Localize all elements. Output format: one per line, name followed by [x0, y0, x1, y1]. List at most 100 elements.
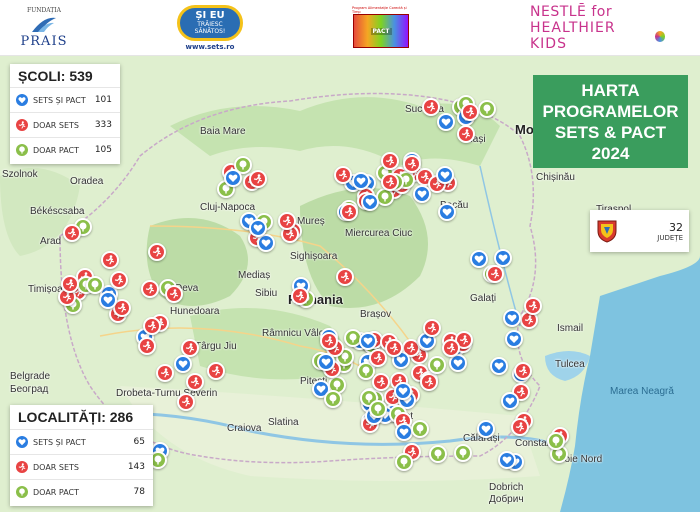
- map-pin-both-icon[interactable]: [351, 172, 370, 191]
- localities-panel: LOCALITĂȚI: 286 SETS ȘI PACT 65 DOAR SETS 1…: [10, 405, 153, 506]
- localities-legend-value: 65: [133, 437, 145, 447]
- map-pin-both-icon[interactable]: [224, 168, 243, 187]
- map-pin-sets-icon[interactable]: [290, 286, 309, 305]
- map-pin-sets-icon[interactable]: [100, 250, 119, 269]
- map-pin-both-icon[interactable]: [173, 354, 192, 373]
- title-line4: 2024: [591, 143, 630, 163]
- map-pin-sets-icon[interactable]: [277, 212, 296, 231]
- map-pin-sets-icon[interactable]: [206, 361, 225, 380]
- counties-label: JUDEȚE: [657, 233, 683, 242]
- map-pin-pact-icon[interactable]: [428, 444, 447, 463]
- map-pin-pact-icon[interactable]: [394, 452, 413, 471]
- map-pin-both-icon[interactable]: [437, 202, 456, 221]
- map-pin-both-icon[interactable]: [248, 219, 267, 238]
- map-pin-sets-icon[interactable]: [460, 102, 479, 121]
- map-pin-sets-icon[interactable]: [142, 316, 161, 335]
- coat-of-arms-icon: [597, 220, 617, 243]
- prais-name: PRAIS: [20, 34, 68, 49]
- map-pin-both-icon[interactable]: [469, 250, 488, 268]
- map-pin-sets-icon[interactable]: [402, 155, 421, 174]
- schools-title: ȘCOLI: 539: [18, 68, 93, 84]
- map-pin-pact-icon[interactable]: [410, 420, 429, 439]
- schools-legend-value: 333: [94, 120, 112, 130]
- nestle-logo: NESTLĒ for HEALTHIER KIDS: [530, 4, 665, 52]
- localities-legend-label: SETS ȘI PACT: [33, 437, 86, 447]
- header-logos: FUNDAȚIA PRAIS ȘI EU TRĂIESC SĂNĂTOS! ww…: [0, 0, 700, 56]
- map-pin-sets-icon[interactable]: [441, 338, 460, 357]
- title-line3: SETS & PACT: [554, 122, 667, 142]
- localities-legend-value: 78: [133, 487, 145, 497]
- map-pin-pact-icon[interactable]: [547, 431, 566, 450]
- tree-icon: [16, 144, 28, 156]
- schools-legend-row: SETS ȘI PACT 101: [10, 87, 120, 112]
- prais-swoosh-icon: [32, 17, 56, 32]
- schools-legend-label: DOAR PACT: [33, 145, 80, 155]
- map-pin-sets-icon[interactable]: [339, 202, 358, 221]
- counties-values: 32 JUDEȚE: [618, 221, 683, 242]
- map-pin-sets-icon[interactable]: [176, 393, 195, 412]
- map-pin-sets-icon[interactable]: [419, 373, 438, 392]
- pact-hands-image: PACT: [353, 14, 409, 48]
- heart-icon: [16, 436, 28, 448]
- map-pin-sets-icon[interactable]: [335, 267, 354, 286]
- map-pin-sets-icon[interactable]: [155, 363, 174, 382]
- map-pin-both-icon[interactable]: [393, 381, 412, 400]
- sets-url: www.sets.ro: [185, 43, 235, 51]
- pact-logo: Program Alimentație Corectă și Timp PACT: [352, 6, 410, 48]
- sets-badge: ȘI EU TRĂIESC SĂNĂTOS!: [177, 5, 243, 41]
- title-line2: PROGRAMELOR: [542, 101, 679, 121]
- schools-legend-label: SETS ȘI PACT: [33, 95, 86, 105]
- map-pin-pact-icon[interactable]: [85, 276, 104, 295]
- sets-line3: SĂNĂTOS!: [194, 28, 226, 35]
- schools-legend-label: DOAR SETS: [33, 120, 79, 130]
- counties-count: 32: [669, 220, 683, 234]
- runner-icon: [16, 461, 28, 473]
- map-pin-both-icon[interactable]: [476, 419, 495, 438]
- runner-icon: [16, 119, 28, 131]
- localities-legend-row: DOAR SETS 143: [10, 454, 153, 479]
- map-pin-both-icon[interactable]: [394, 423, 413, 442]
- schools-panel: ȘCOLI: 539 SETS ȘI PACT 101 DOAR SETS 333 DO…: [10, 64, 120, 164]
- localities-legend-row: SETS ȘI PACT 65: [10, 429, 153, 454]
- heart-icon: [16, 94, 28, 106]
- schools-legend-value: 101: [94, 95, 112, 105]
- map-pin-both-icon[interactable]: [448, 353, 467, 372]
- sets-logo: ȘI EU TRĂIESC SĂNĂTOS! www.sets.ro: [175, 2, 245, 54]
- schools-legend-value: 105: [94, 145, 112, 155]
- localities-title: LOCALITĂȚI: 286: [18, 409, 134, 425]
- sets-line2: TRĂIESC: [197, 21, 223, 28]
- schools-legend-row: DOAR SETS 333: [10, 112, 120, 137]
- map-pin-sets-icon[interactable]: [147, 243, 166, 262]
- map-pin-sets-icon[interactable]: [165, 284, 184, 303]
- map-pin-sets-icon[interactable]: [333, 166, 352, 185]
- map-pin-sets-icon[interactable]: [62, 224, 81, 243]
- map-pin-sets-icon[interactable]: [185, 372, 204, 391]
- map-pin-both-icon[interactable]: [360, 192, 379, 211]
- localities-legend-label: DOAR SETS: [33, 462, 79, 472]
- sets-line1: ȘI EU: [195, 10, 225, 21]
- map-pin-both-icon[interactable]: [436, 112, 455, 131]
- smile-icon: [654, 30, 665, 42]
- map-pin-both-icon[interactable]: [99, 290, 118, 309]
- map-pin-sets-icon[interactable]: [380, 152, 399, 171]
- map-pin-pact-icon[interactable]: [478, 99, 497, 118]
- pact-top-text: Program Alimentație Corectă și Timp: [352, 6, 407, 14]
- tree-icon: [16, 486, 28, 498]
- schools-legend: SETS ȘI PACT 101 DOAR SETS 333 DOAR PACT 105: [10, 87, 120, 162]
- map-pin-pact-icon[interactable]: [453, 443, 472, 462]
- map-pin-sets-icon[interactable]: [369, 349, 388, 368]
- map-pin-sets-icon[interactable]: [380, 173, 399, 192]
- map-pin-sets-icon[interactable]: [372, 372, 391, 391]
- map-pin-both-icon[interactable]: [497, 450, 516, 469]
- localities-legend-row: DOAR PACT 78: [10, 479, 153, 504]
- map-pin-sets-icon[interactable]: [320, 331, 339, 350]
- counties-box: 32 JUDEȚE: [590, 210, 689, 252]
- pact-name: PACT: [370, 27, 392, 35]
- title-line1: HARTA: [581, 80, 640, 100]
- map-pin-both-icon[interactable]: [316, 352, 335, 371]
- map-title-box: HARTA PROGRAMELOR SETS & PACT 2024: [533, 75, 688, 168]
- schools-legend-row: DOAR PACT 105: [10, 137, 120, 162]
- localities-legend-value: 143: [127, 462, 145, 472]
- map-screen: FUNDAȚIA PRAIS ȘI EU TRĂIESC SĂNĂTOS! ww…: [0, 0, 700, 512]
- localities-legend-label: DOAR PACT: [33, 487, 80, 497]
